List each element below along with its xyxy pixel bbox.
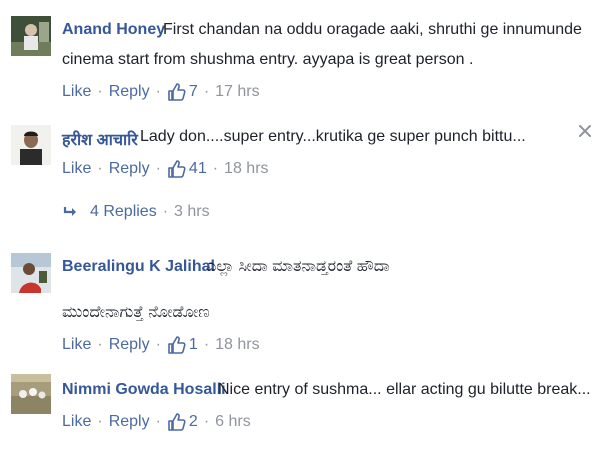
comment-actions: Like · Reply · 2 · 6 hrs [62,412,251,432]
avatar[interactable] [11,253,51,293]
comment-text: cinema start from shushma entry. ayyapa … [62,51,474,68]
thumbs-up-icon[interactable] [167,82,187,102]
reply-arrow-icon [62,204,80,220]
avatar-image [11,125,51,165]
avatar-image [11,374,51,414]
like-link[interactable]: Like [62,160,91,178]
separator-dot: · [203,336,210,353]
separator-dot: · [155,160,161,177]
like-link[interactable]: Like [62,83,91,101]
separator-dot: · [155,83,161,100]
separator-dot: · [97,336,103,353]
like-count[interactable]: 7 [189,83,198,101]
like-count[interactable]: 1 [189,336,198,354]
close-icon[interactable] [578,124,592,138]
reply-link[interactable]: Reply [109,336,150,354]
separator-dot: · [203,83,210,100]
thumbs-up-icon[interactable] [167,159,187,179]
replies-timestamp: 3 hrs [174,203,210,220]
separator-dot: · [162,203,169,220]
thumbs-up-icon[interactable] [167,335,187,355]
commenter-name[interactable]: Beeralingu K Jalihal [62,258,215,276]
replies-count[interactable]: 4 Replies [90,203,157,221]
separator-dot: · [97,160,103,177]
comment-actions: Like · Reply · 7 · 17 hrs [62,82,260,102]
thumbs-up-icon[interactable] [167,412,187,432]
separator-dot: · [155,336,161,353]
separator-dot: · [212,160,219,177]
separator-dot: · [203,413,210,430]
comment-text: Lady don....super entry...krutika ge sup… [140,128,526,145]
separator-dot: · [97,83,103,100]
separator-dot: · [97,413,103,430]
comment-timestamp[interactable]: 18 hrs [224,160,268,178]
avatar-image [11,253,51,293]
comment-actions: Like · Reply · 41 · 18 hrs [62,159,269,179]
comment-text: ಮುಂದೇನಾಗುತ್ತೆ ನೋಡೋಣ [62,304,210,321]
comment-actions: Like · Reply · 1 · 18 hrs [62,335,260,355]
avatar[interactable] [11,374,51,414]
comment-text: ಎಲ್ಲಾ ಸೀದಾ ಮಾತನಾಡ್ತರಂತೆ ಹೌದಾ [206,258,390,275]
comment-timestamp[interactable]: 18 hrs [215,336,259,354]
avatar[interactable] [11,16,51,56]
separator-dot: · [155,413,161,430]
comment-text: First chandan na oddu oragade aaki, shru… [163,21,582,38]
avatar[interactable] [11,125,51,165]
commenter-name[interactable]: Anand Honey [62,21,165,39]
like-count[interactable]: 41 [189,160,207,178]
like-link[interactable]: Like [62,413,91,431]
view-replies-link[interactable]: 4 Replies · 3 hrs [62,203,210,221]
reply-link[interactable]: Reply [109,83,150,101]
comment-timestamp[interactable]: 17 hrs [215,83,259,101]
reply-link[interactable]: Reply [109,413,150,431]
comment-timestamp[interactable]: 6 hrs [215,413,251,431]
comment-text: Nice entry of sushma... ellar acting gu … [218,381,591,398]
commenter-name[interactable]: हरीश आचारि [62,128,138,150]
reply-link[interactable]: Reply [109,160,150,178]
avatar-image [11,16,51,56]
like-link[interactable]: Like [62,336,91,354]
commenter-name[interactable]: Nimmi Gowda Hosalli [62,381,226,399]
like-count[interactable]: 2 [189,413,198,431]
